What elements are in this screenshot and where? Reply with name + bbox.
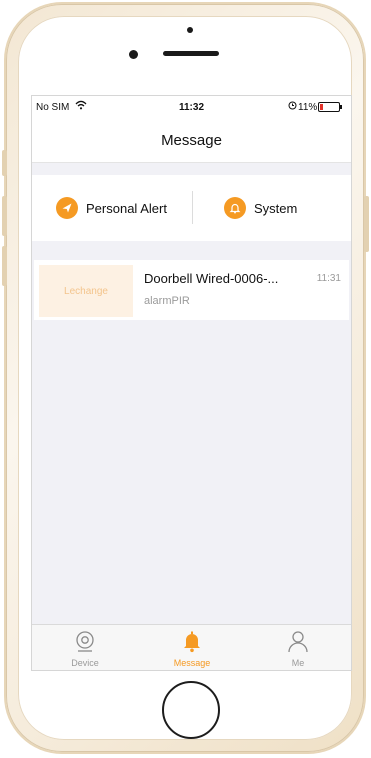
app-screen: No SIM 11:32 11% Message Personal Alert … (31, 95, 352, 671)
alarm-clock-icon (288, 101, 297, 113)
send-icon (56, 197, 78, 219)
volume-up-button (2, 196, 7, 236)
tabbar-item-me[interactable]: Me (248, 625, 348, 670)
front-camera (129, 50, 138, 59)
message-time: 11:31 (316, 273, 341, 284)
mute-switch (2, 150, 7, 176)
tab-system[interactable]: System (224, 196, 297, 220)
bottom-tab-bar: Device Message Me (32, 624, 351, 670)
message-category-tabs: Personal Alert System (32, 175, 351, 241)
battery-percent: 11% (298, 102, 318, 113)
battery-fill (320, 104, 323, 110)
tabbar-label: Me (291, 658, 305, 668)
message-title: Doorbell Wired-0006-... (144, 271, 279, 286)
tabbar-label: Message (173, 658, 211, 668)
volume-down-button (2, 246, 7, 286)
page-title: Message (161, 132, 222, 149)
message-subtitle: alarmPIR (144, 295, 190, 307)
tabbar-item-message[interactable]: Message (142, 625, 242, 670)
tabbar-item-device[interactable]: Device (35, 625, 135, 670)
tab-label: Personal Alert (86, 200, 167, 216)
person-icon (286, 629, 310, 653)
bell-icon (180, 629, 204, 653)
battery-icon (318, 102, 342, 112)
message-thumbnail: Lechange (39, 265, 133, 317)
home-button[interactable] (162, 681, 220, 739)
status-bar: No SIM 11:32 11% (32, 96, 351, 118)
camera-icon (73, 629, 97, 653)
tab-label: System (254, 200, 298, 216)
tab-personal-alert[interactable]: Personal Alert (56, 196, 167, 220)
thumbnail-watermark: Lechange (64, 285, 108, 297)
navigation-bar: Message (32, 118, 351, 163)
earpiece-speaker (163, 51, 219, 56)
list-item[interactable]: Lechange Doorbell Wired-0006-... 11:31 a… (34, 260, 349, 320)
proximity-sensor (187, 27, 193, 33)
bell-icon (224, 197, 246, 219)
tabs-divider (192, 191, 193, 224)
battery-nub (340, 105, 342, 109)
tabbar-label: Device (71, 658, 99, 668)
power-button (364, 196, 369, 252)
